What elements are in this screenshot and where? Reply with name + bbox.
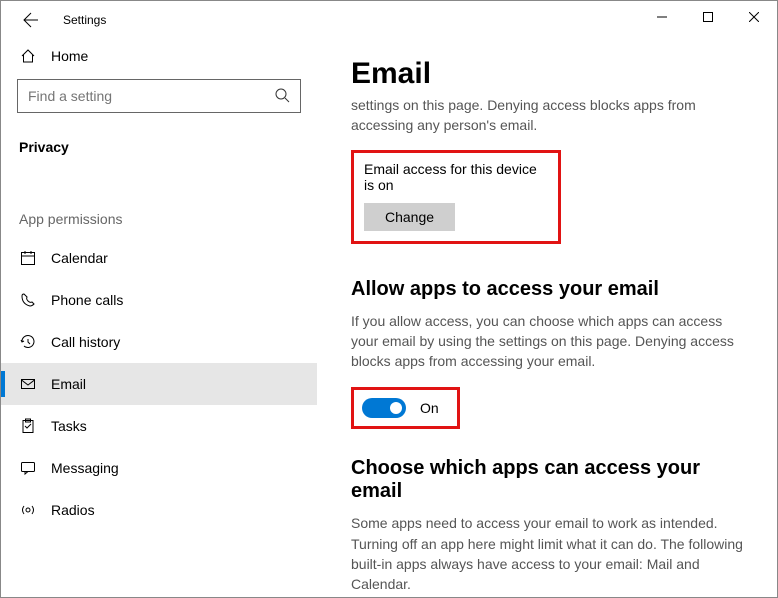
maximize-button[interactable]	[685, 1, 731, 33]
arrow-left-icon	[23, 12, 39, 28]
main-container: Home Privacy App permissions Calendar Ph…	[1, 39, 777, 597]
sidebar-item-phone-calls[interactable]: Phone calls	[1, 279, 317, 321]
sidebar-item-label: Radios	[51, 502, 95, 518]
search-input[interactable]	[28, 88, 274, 104]
home-icon	[19, 47, 37, 65]
page-desc-cut: settings on this page. Denying access bl…	[351, 95, 753, 136]
window-controls	[639, 1, 777, 33]
change-button[interactable]: Change	[364, 203, 455, 231]
history-icon	[19, 333, 37, 351]
calendar-icon	[19, 249, 37, 267]
titlebar: Settings	[1, 1, 777, 39]
sidebar-item-tasks[interactable]: Tasks	[1, 405, 317, 447]
minimize-icon	[657, 12, 667, 22]
radios-icon	[19, 501, 37, 519]
close-icon	[749, 12, 759, 22]
sidebar-item-label: Email	[51, 376, 86, 392]
sidebar-item-calendar[interactable]: Calendar	[1, 237, 317, 279]
minimize-button[interactable]	[639, 1, 685, 33]
email-icon	[19, 375, 37, 393]
choose-heading: Choose which apps can access your email	[351, 457, 753, 503]
device-status-text: Email access for this device is on	[364, 161, 548, 193]
sidebar: Home Privacy App permissions Calendar Ph…	[1, 39, 321, 597]
allow-toggle-highlight: On	[351, 387, 460, 429]
maximize-icon	[703, 12, 713, 22]
sidebar-item-label: Phone calls	[51, 292, 123, 308]
search-box[interactable]	[17, 79, 301, 113]
sidebar-item-label: Calendar	[51, 250, 108, 266]
section-label: Privacy	[1, 121, 317, 163]
allow-toggle-label: On	[420, 400, 439, 416]
main-content: Email settings on this page. Denying acc…	[321, 39, 777, 597]
sidebar-item-label: Call history	[51, 334, 120, 350]
allow-toggle[interactable]	[362, 398, 406, 418]
close-button[interactable]	[731, 1, 777, 33]
tasks-icon	[19, 417, 37, 435]
sidebar-item-label: Messaging	[51, 460, 119, 476]
sidebar-item-call-history[interactable]: Call history	[1, 321, 317, 363]
allow-heading: Allow apps to access your email	[351, 278, 753, 301]
window-title: Settings	[63, 13, 106, 27]
allow-desc: If you allow access, you can choose whic…	[351, 311, 753, 372]
home-label: Home	[51, 48, 88, 64]
back-button[interactable]	[17, 6, 45, 34]
category-label: App permissions	[1, 163, 317, 237]
phone-icon	[19, 291, 37, 309]
sidebar-item-label: Tasks	[51, 418, 87, 434]
page-title: Email	[351, 57, 753, 91]
search-icon	[274, 87, 290, 106]
sidebar-item-email[interactable]: Email	[1, 363, 317, 405]
messaging-icon	[19, 459, 37, 477]
device-access-highlight: Email access for this device is on Chang…	[351, 150, 561, 244]
home-nav[interactable]: Home	[1, 39, 317, 75]
sidebar-item-radios[interactable]: Radios	[1, 489, 317, 531]
choose-desc: Some apps need to access your email to w…	[351, 513, 753, 594]
sidebar-item-messaging[interactable]: Messaging	[1, 447, 317, 489]
